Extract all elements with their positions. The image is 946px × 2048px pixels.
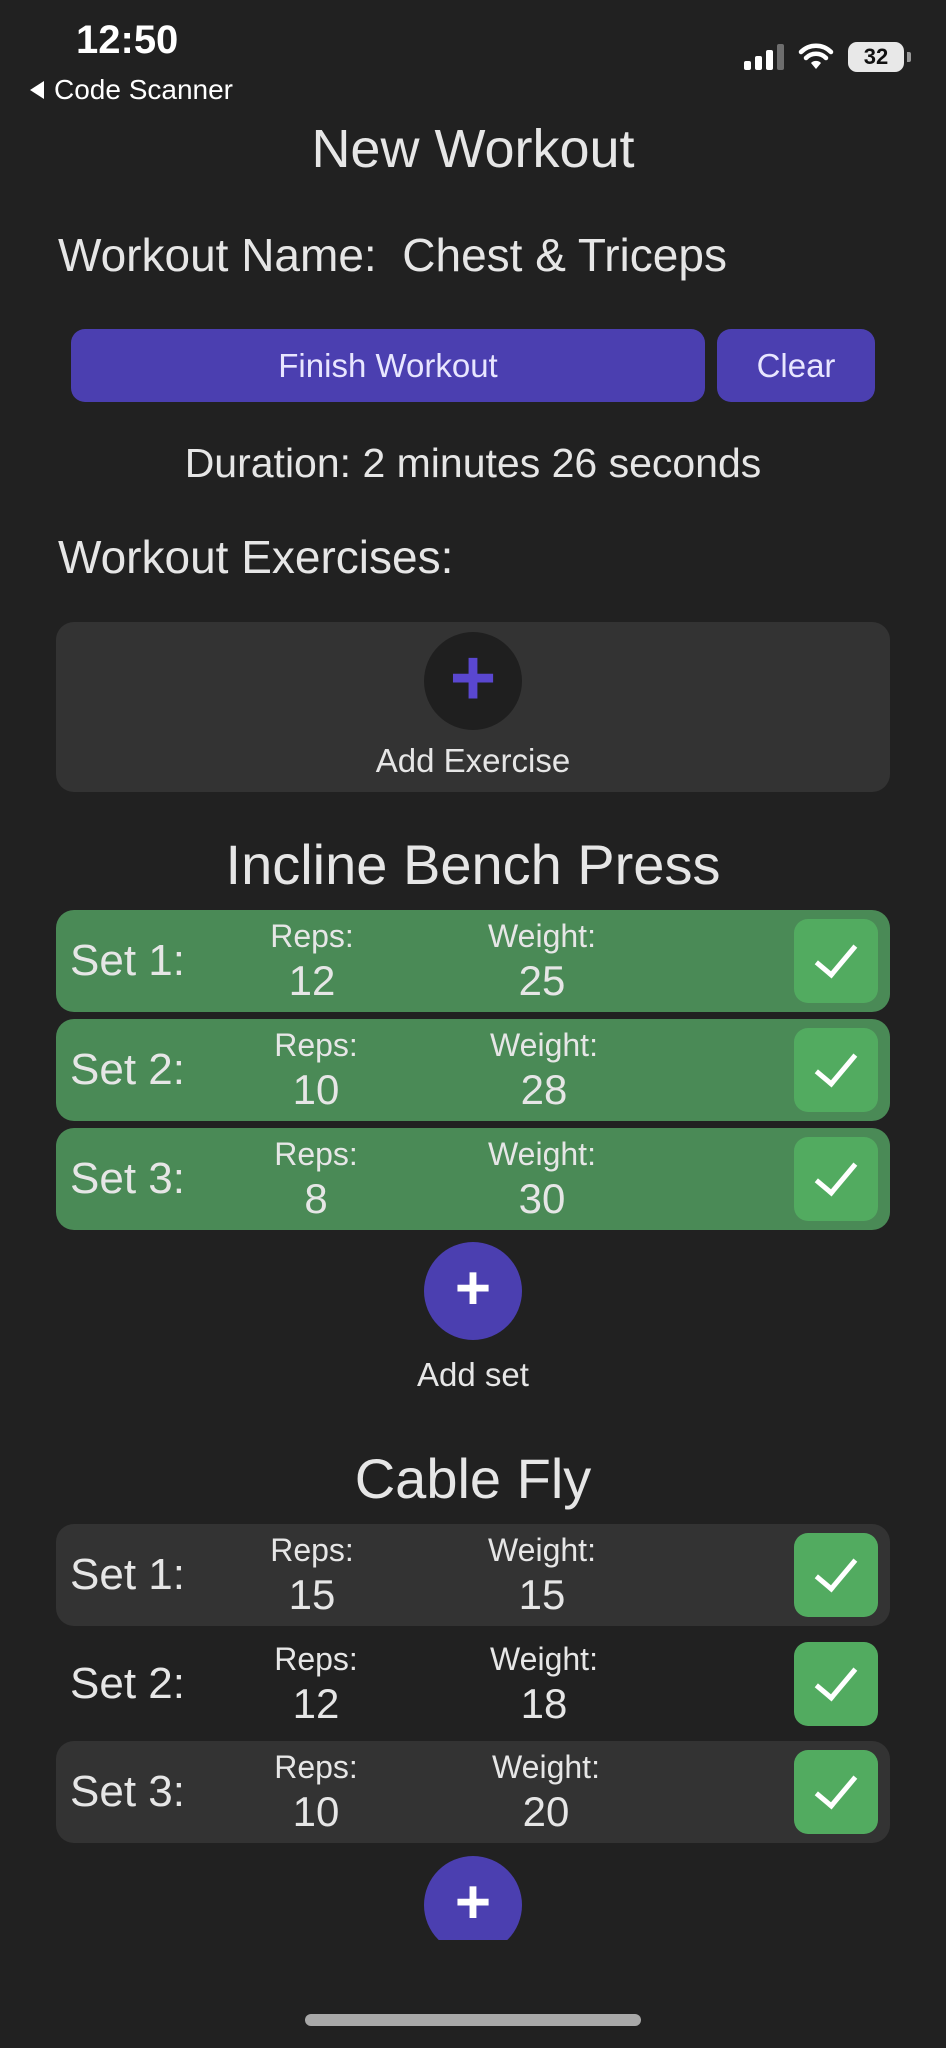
weight-column: Weight: 25 xyxy=(442,910,642,1005)
scroll-clip xyxy=(0,1940,946,2048)
complete-set-checkbox[interactable] xyxy=(794,1137,878,1221)
weight-column: Weight: 30 xyxy=(442,1128,642,1223)
cellular-signal-icon xyxy=(744,44,784,70)
complete-set-checkbox[interactable] xyxy=(794,919,878,1003)
plus-icon: + xyxy=(454,1868,492,1937)
weight-value[interactable]: 25 xyxy=(442,957,642,1005)
checkmark-icon xyxy=(814,1547,858,1593)
weight-caption: Weight: xyxy=(488,1136,596,1172)
home-indicator[interactable] xyxy=(305,2014,641,2026)
complete-set-checkbox[interactable] xyxy=(794,1028,878,1112)
add-set-label: Add set xyxy=(417,1356,529,1393)
set-label: Set 2: xyxy=(70,1045,185,1094)
clear-button[interactable]: Clear xyxy=(717,329,875,402)
set-label: Set 3: xyxy=(70,1767,185,1816)
status-time: 12:50 xyxy=(76,18,179,62)
set-row: Set 3: Reps: 8 Weight: 30 xyxy=(56,1128,890,1230)
add-set-button[interactable]: + xyxy=(424,1242,522,1340)
reps-column: Reps: 10 xyxy=(216,1741,416,1836)
duration-text: Duration: 2 minutes 26 seconds xyxy=(184,440,762,486)
battery-level: 32 xyxy=(863,44,889,69)
reps-column: Reps: 15 xyxy=(212,1524,412,1619)
add-exercise-label: Add Exercise xyxy=(375,742,571,779)
reps-caption: Reps: xyxy=(274,1641,358,1677)
reps-caption: Reps: xyxy=(274,1749,358,1785)
reps-column: Reps: 10 xyxy=(216,1019,416,1114)
weight-value[interactable]: 20 xyxy=(446,1788,646,1836)
set-label: Set 1: xyxy=(70,1550,185,1599)
set-row: Set 1: Reps: 15 Weight: 15 xyxy=(56,1524,890,1626)
complete-set-checkbox[interactable] xyxy=(794,1642,878,1726)
workout-name-value[interactable]: Chest & Triceps xyxy=(402,229,727,281)
weight-column: Weight: 15 xyxy=(442,1524,642,1619)
weight-caption: Weight: xyxy=(488,1532,596,1568)
reps-caption: Reps: xyxy=(274,1027,358,1063)
checkmark-icon xyxy=(814,1151,858,1197)
set-label: Set 3: xyxy=(70,1154,185,1203)
status-indicators: 32 xyxy=(744,42,911,72)
reps-value[interactable]: 15 xyxy=(212,1571,412,1619)
weight-caption: Weight: xyxy=(492,1749,600,1785)
reps-caption: Reps: xyxy=(270,1532,354,1568)
plus-icon: + xyxy=(449,633,497,722)
back-to-code-scanner-link[interactable]: Code Scanner xyxy=(30,74,233,106)
battery-icon: 32 xyxy=(848,42,911,72)
weight-caption: Weight: xyxy=(490,1027,598,1063)
weight-value[interactable]: 15 xyxy=(442,1571,642,1619)
reps-value[interactable]: 8 xyxy=(216,1175,416,1223)
workout-name-label: Workout Name: xyxy=(58,229,377,281)
checkmark-icon xyxy=(814,1764,858,1810)
weight-caption: Weight: xyxy=(488,918,596,954)
checkmark-icon xyxy=(814,1042,858,1088)
complete-set-checkbox[interactable] xyxy=(794,1750,878,1834)
back-triangle-icon xyxy=(30,81,44,99)
weight-column: Weight: 20 xyxy=(446,1741,646,1836)
reps-column: Reps: 8 xyxy=(216,1128,416,1223)
reps-value[interactable]: 10 xyxy=(216,1788,416,1836)
exercise-title: Cable Fly xyxy=(354,1447,592,1510)
set-row: Set 1: Reps: 12 Weight: 25 xyxy=(56,910,890,1012)
set-row: Set 3: Reps: 10 Weight: 20 xyxy=(56,1741,890,1843)
weight-caption: Weight: xyxy=(490,1641,598,1677)
reps-caption: Reps: xyxy=(274,1136,358,1172)
set-row: Set 2: Reps: 10 Weight: 28 xyxy=(56,1019,890,1121)
workout-exercises-heading: Workout Exercises: xyxy=(58,531,454,583)
page-title: New Workout xyxy=(311,119,635,179)
reps-column: Reps: 12 xyxy=(216,1633,416,1728)
reps-value[interactable]: 12 xyxy=(216,1680,416,1728)
set-label: Set 2: xyxy=(70,1659,185,1708)
weight-column: Weight: 28 xyxy=(444,1019,644,1114)
set-row: Set 2: Reps: 12 Weight: 18 xyxy=(56,1633,890,1735)
plus-icon: + xyxy=(454,1254,492,1323)
set-label: Set 1: xyxy=(70,936,185,985)
weight-value[interactable]: 18 xyxy=(444,1680,644,1728)
reps-column: Reps: 12 xyxy=(212,910,412,1005)
complete-set-checkbox[interactable] xyxy=(794,1533,878,1617)
exercise-title: Incline Bench Press xyxy=(225,833,721,896)
weight-value[interactable]: 30 xyxy=(442,1175,642,1223)
reps-value[interactable]: 12 xyxy=(212,957,412,1005)
back-link-label: Code Scanner xyxy=(54,74,234,105)
reps-value[interactable]: 10 xyxy=(216,1066,416,1114)
checkmark-icon xyxy=(814,1656,858,1702)
weight-column: Weight: 18 xyxy=(444,1633,644,1728)
checkmark-icon xyxy=(814,933,858,979)
finish-workout-button[interactable]: Finish Workout xyxy=(71,329,705,402)
workout-name-row: Workout Name: Chest & Triceps xyxy=(58,228,727,282)
reps-caption: Reps: xyxy=(270,918,354,954)
wifi-icon xyxy=(798,43,834,69)
add-exercise-button[interactable]: + xyxy=(424,632,522,730)
weight-value[interactable]: 28 xyxy=(444,1066,644,1114)
